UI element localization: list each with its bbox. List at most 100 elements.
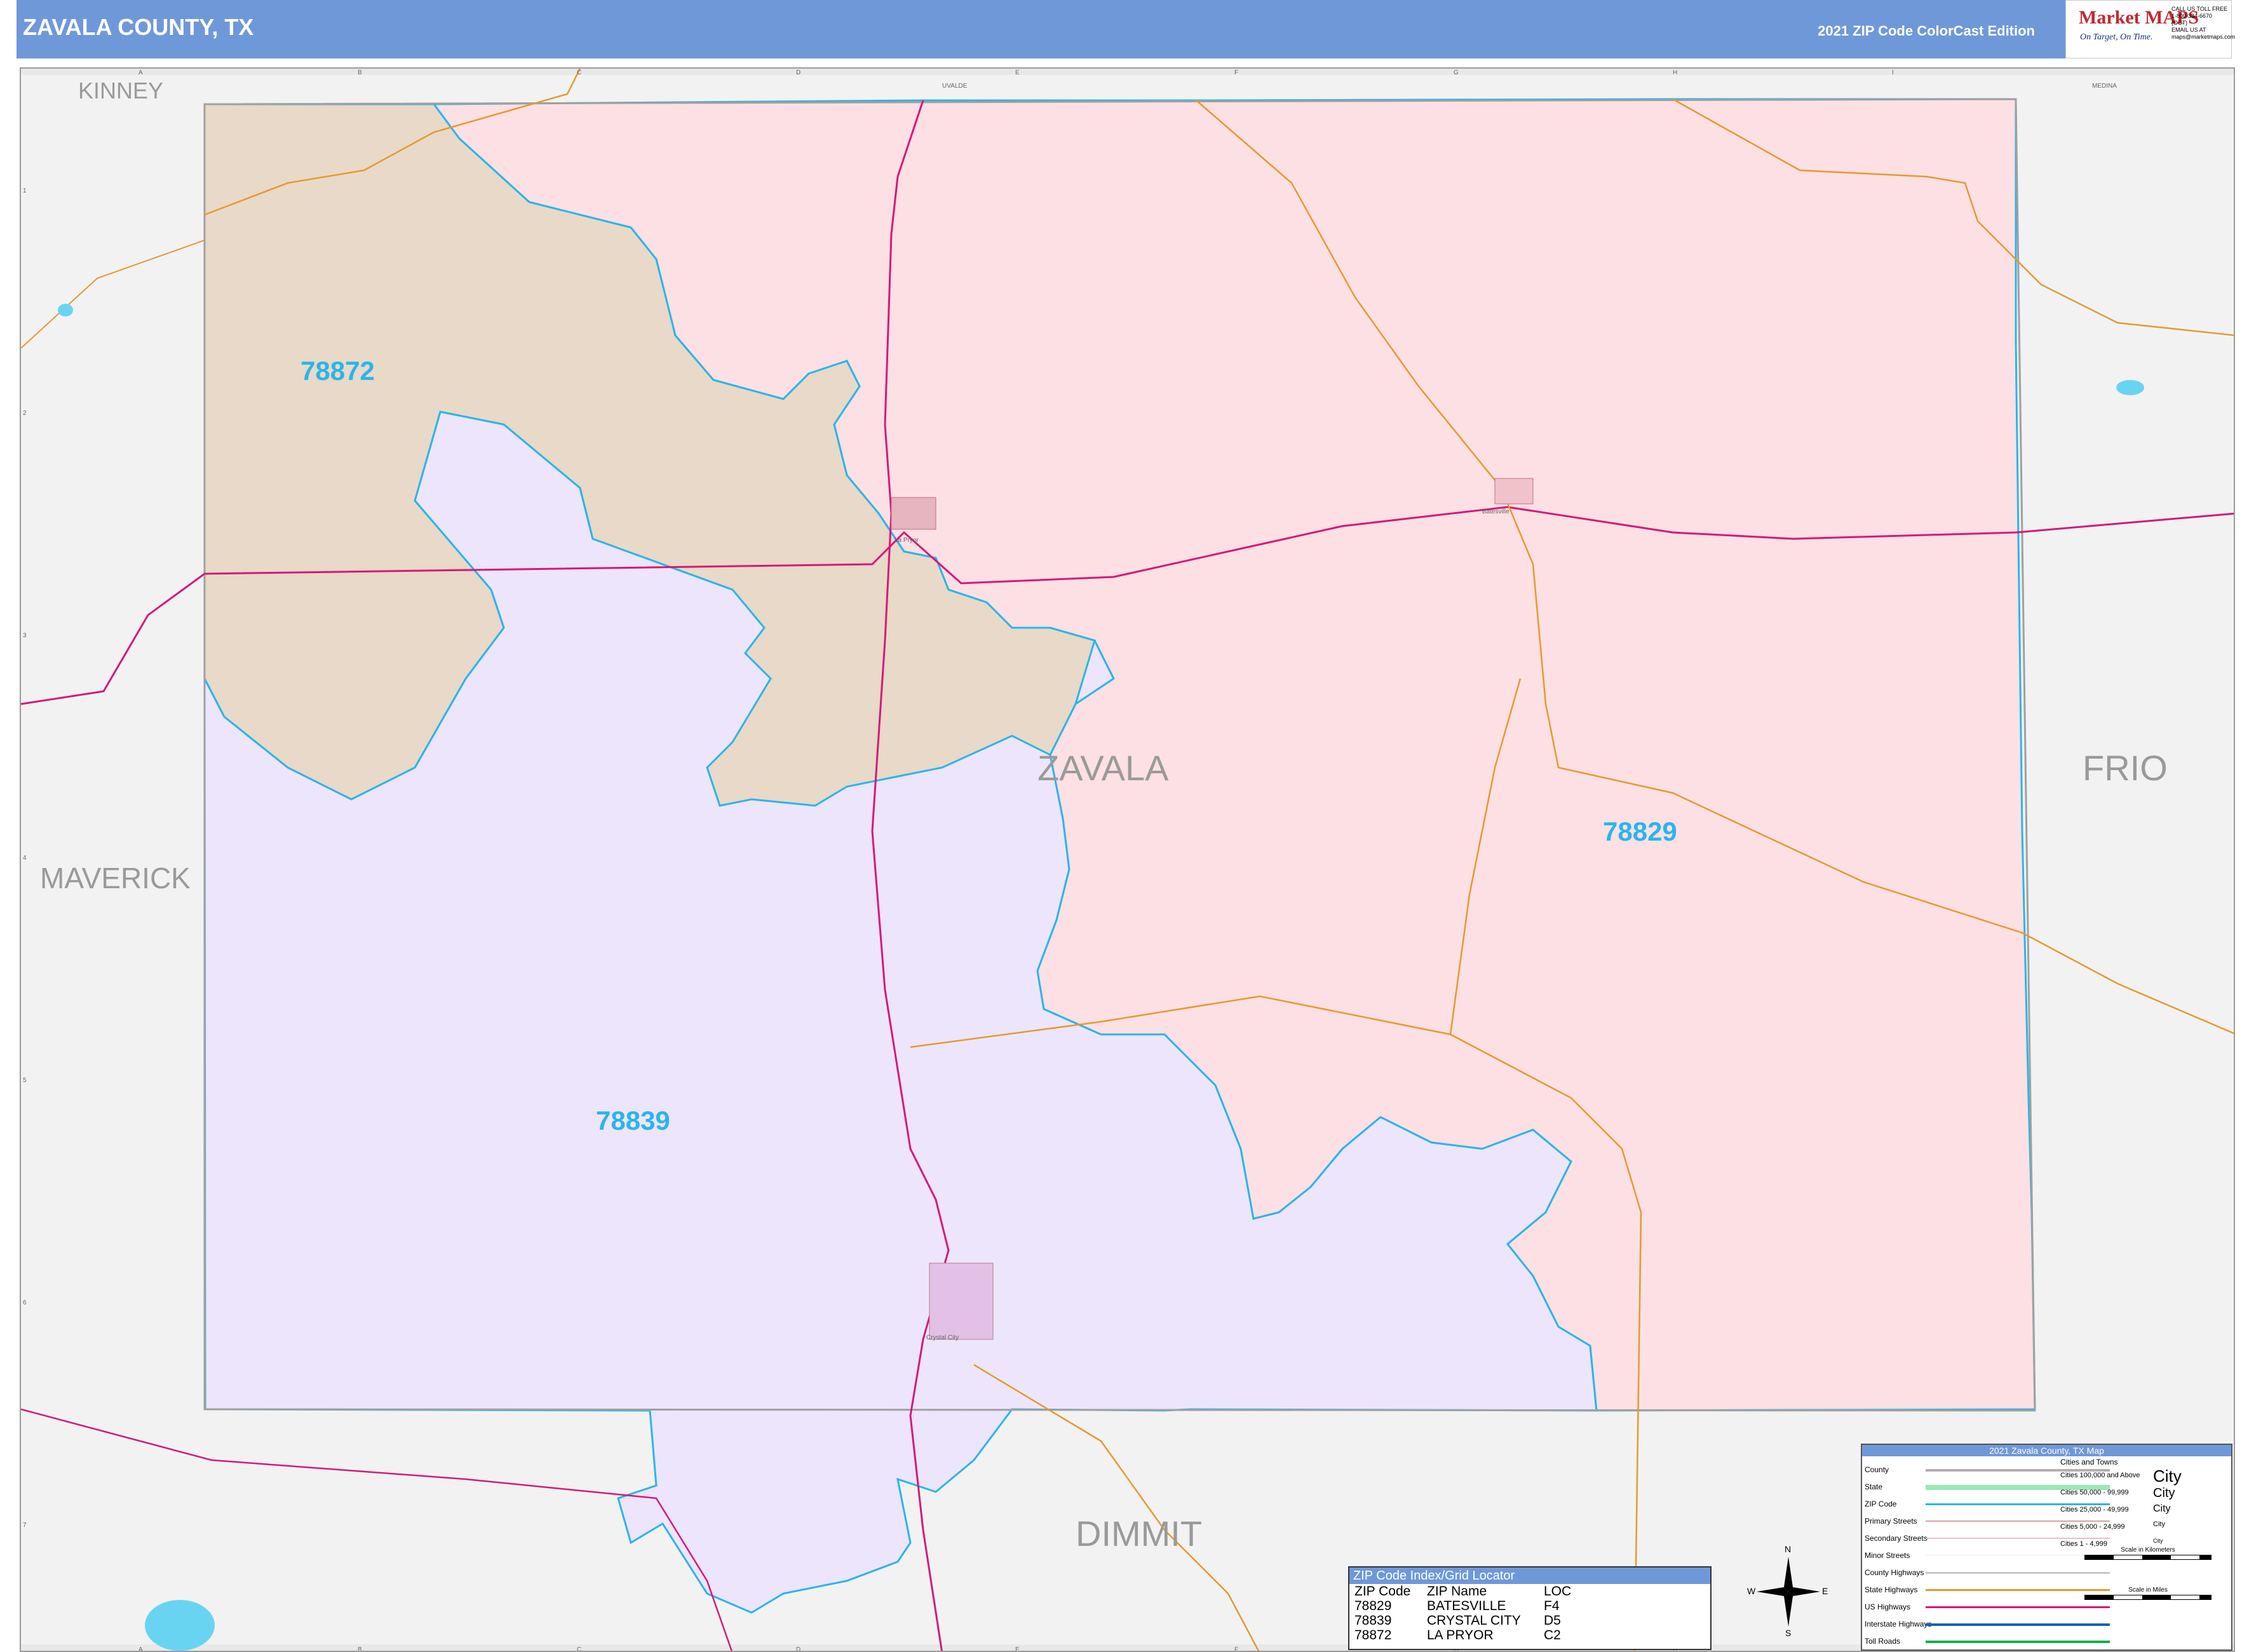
legend-city-row: Cities 5,000 - 24,999 City (2058, 1518, 2229, 1535)
legend-item-label: ZIP Code (1865, 1500, 1897, 1508)
legend-item: Toll Roads (1865, 1633, 2110, 1650)
grid-row-label: 4 (23, 855, 27, 862)
grid-col-label: I (1892, 69, 1894, 76)
county-label-kinney: KINNEY (78, 78, 163, 104)
legend-item: Minor Streets (1865, 1547, 2110, 1564)
grid-col-label: A (138, 69, 143, 76)
map-frame[interactable]: A B C D E F G H I A B C D E F G H I 1 2 … (20, 67, 2235, 1652)
grid-col-label: H (1673, 69, 1677, 76)
market-maps-logo[interactable]: Market MAPS On Target, On Time. CALL US … (2065, 0, 2236, 58)
legend-city-sample: City (2153, 1520, 2165, 1528)
compass-south: S (1785, 1628, 1792, 1638)
legend-city-row: Cities 25,000 - 49,999 City (2058, 1501, 2229, 1518)
zip-index-cell: C2 (1544, 1628, 1561, 1642)
zip-index-header: ZIP Code (1354, 1584, 1411, 1599)
legend-item: Secondary Streets (1865, 1530, 2110, 1547)
compass-rose: N S E W (1747, 1544, 1830, 1639)
zip-index-cell: D5 (1544, 1613, 1561, 1628)
grid-col-label: F (1234, 1646, 1238, 1652)
batesville-town[interactable] (1494, 478, 1534, 504)
zip-label-78839: 78839 (596, 1106, 670, 1135)
la-pryor-town[interactable] (891, 497, 936, 530)
logo-contact-line: EMAIL US AT (2171, 27, 2206, 33)
legend-item-label: Toll Roads (1865, 1637, 1901, 1646)
county-label-frio: FRIO (2083, 748, 2168, 788)
legend-city-row: Cities 100,000 and Above City (2058, 1466, 2229, 1486)
legend-item-label: State (1865, 1482, 1883, 1491)
legend-item-label: Secondary Streets (1865, 1534, 1928, 1543)
legend-item: County Highways (1865, 1564, 2110, 1581)
legend-item-label: County (1865, 1465, 1889, 1474)
zip-index-cell: F4 (1544, 1599, 1560, 1613)
zip-index-header-row: ZIP Code ZIP Name LOC (1352, 1584, 1574, 1599)
table-row[interactable]: 78839 CRYSTAL CITY D5 (1352, 1613, 1574, 1628)
county-label-zavala: ZAVALA (1037, 748, 1169, 788)
grid-col-label: E (1015, 69, 1020, 76)
legend-cities: Cities and Towns Cities 100,000 and Abov… (2058, 1458, 2229, 1552)
zip-index-cell: 78839 (1354, 1613, 1392, 1628)
grid-row-label: 6 (23, 1299, 27, 1306)
town-label-batesville: Batesville (1482, 508, 1509, 515)
zip-label-78829: 78829 (1603, 816, 1677, 846)
grid-col-label: C (577, 1646, 581, 1652)
edition-label: 2021 ZIP Code ColorCast Edition (1818, 23, 2035, 39)
logo-tagline: On Target, On Time. (2080, 32, 2153, 42)
grid-col-label: B (358, 1646, 362, 1652)
legend-city-sample: City (2153, 1486, 2175, 1500)
legend-item: County (1865, 1461, 2110, 1479)
town-label-crystal-city: Crystal City (926, 1334, 959, 1341)
legend-swatch (1926, 1623, 2110, 1626)
legend-item-label: County Highways (1865, 1568, 1924, 1577)
county-label-dimmit: DIMMIT (1076, 1513, 1202, 1554)
county-label-maverick: MAVERICK (40, 862, 191, 895)
legend-city-range: Cities 5,000 - 24,999 (2060, 1523, 2125, 1531)
legend-city-range: Cities 100,000 and Above (2060, 1472, 2140, 1479)
legend-swatch (1926, 1606, 2110, 1608)
logo-contact-line: CALL US TOLL FREE (2171, 6, 2228, 12)
map-legend: 2021 Zavala County, TX Map County State … (1861, 1444, 2232, 1651)
legend-title: 2021 Zavala County, TX Map (1862, 1445, 2231, 1456)
legend-item-label: US Highways (1865, 1602, 1911, 1611)
zip-code-index: ZIP Code Index/Grid Locator ZIP Code ZIP… (1348, 1566, 1712, 1650)
legend-item: Interstate Highways (1865, 1616, 2110, 1633)
table-row[interactable]: 78872 LA PRYOR C2 (1352, 1628, 1574, 1642)
zip-index-header: ZIP Name (1427, 1584, 1487, 1599)
county-label-medina: MEDINA (2092, 83, 2117, 90)
compass-east: E (1822, 1586, 1828, 1596)
grid-col-label: E (1015, 1646, 1020, 1652)
scale-mi-bar (2084, 1595, 2212, 1600)
zip-index-table: ZIP Code ZIP Name LOC 78829 BATESVILLE F… (1352, 1584, 1574, 1642)
zip-index-cell: LA PRYOR (1427, 1628, 1494, 1642)
legend-city-range: Cities 25,000 - 49,999 (2060, 1506, 2129, 1513)
zip-label-78872: 78872 (301, 356, 375, 386)
legend-city-range: Cities 50,000 - 99,999 (2060, 1489, 2129, 1496)
grid-row-label: 1 (23, 187, 27, 194)
state-highway-west (21, 240, 205, 349)
legend-item-label: Minor Streets (1865, 1551, 1910, 1560)
logo-contact-line: 1-800-334-6670 (OCT) (2171, 13, 2213, 26)
scale-km-label: Scale in Kilometers (2121, 1547, 2175, 1554)
legend-swatch (1926, 1641, 2110, 1643)
grid-row-label: 5 (23, 1077, 27, 1084)
zip-map[interactable]: A B C D E F G H I A B C D E F G H I 1 2 … (21, 69, 2235, 1652)
grid-col-label: G (1454, 69, 1459, 76)
zip-index-cell: BATESVILLE (1427, 1599, 1506, 1613)
legend-item: State Highways (1865, 1581, 2110, 1599)
map-scale: Scale in Kilometers Scale in Miles (2078, 1547, 2218, 1601)
water-body (145, 1600, 215, 1651)
grid-col-label: D (796, 1646, 800, 1652)
legend-item: ZIP Code (1865, 1496, 2110, 1513)
legend-item-label: Primary Streets (1865, 1517, 1917, 1526)
water-body (58, 304, 73, 316)
scale-km-bar (2084, 1555, 2212, 1560)
legend-item-label: Interstate Highways (1865, 1620, 1932, 1628)
zip-index-cell: 78872 (1354, 1628, 1392, 1642)
legend-line-items: County State ZIP Code Primary Streets Se… (1865, 1461, 2110, 1650)
grid-row-label: 7 (23, 1522, 27, 1529)
crystal-city-town[interactable] (929, 1263, 994, 1340)
legend-item: State (1865, 1479, 2110, 1496)
logo-contact-line: maps@marketmaps.com (2171, 34, 2236, 40)
table-row[interactable]: 78829 BATESVILLE F4 (1352, 1599, 1574, 1613)
zip-index-cell: 78829 (1354, 1599, 1392, 1613)
water-body (2116, 380, 2144, 395)
